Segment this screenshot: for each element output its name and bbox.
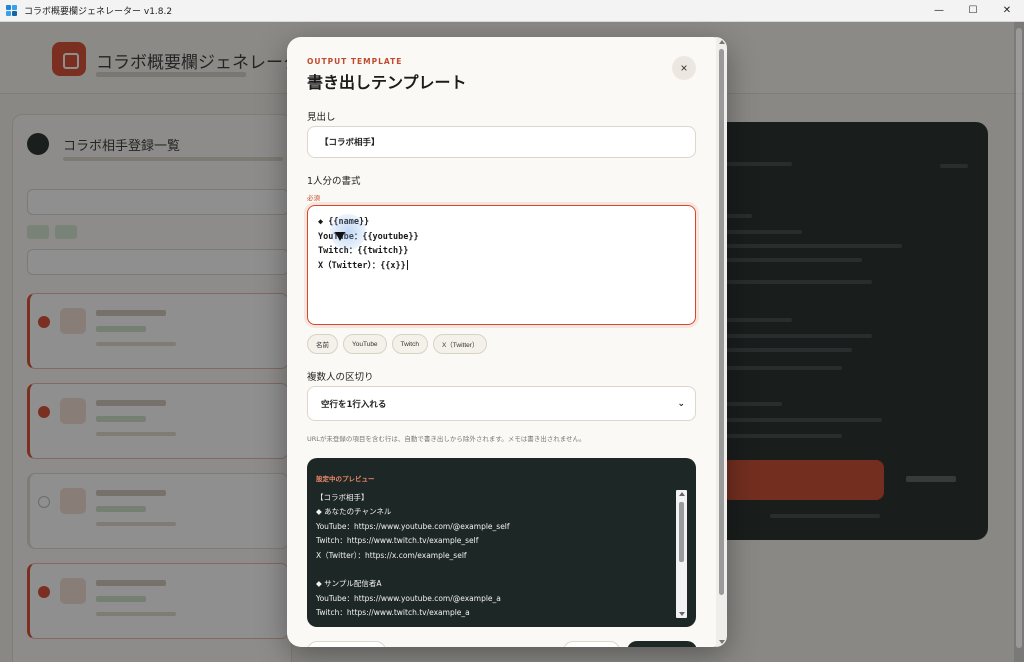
template-line: YouTube：{{youtube}} bbox=[318, 231, 419, 242]
preview-panel: 設定中のプレビュー 【コラボ相手】 ◆ あなたのチャンネル YouTube：ht… bbox=[307, 458, 696, 627]
chip-youtube[interactable]: YouTube bbox=[343, 334, 387, 354]
app-scrollbar[interactable] bbox=[1014, 22, 1024, 662]
dialog-eyebrow: OUTPUT TEMPLATE bbox=[307, 57, 403, 66]
dialog-title: 書き出しテンプレート bbox=[307, 73, 467, 92]
window-title: コラボ概要欄ジェネレーター v1.8.2 bbox=[24, 7, 173, 17]
template-line: ◆ {{name}} bbox=[318, 217, 370, 227]
dialog-scrollbar[interactable] bbox=[716, 37, 727, 647]
template-line: Twitch：{{twitch}} bbox=[318, 246, 409, 256]
preview-line bbox=[316, 563, 676, 577]
chip-x[interactable]: X（Twitter） bbox=[432, 334, 488, 354]
format-template-textarea[interactable]: ◆ {{name}} YouTube：{{youtube}} Twitch：{{… bbox=[307, 205, 696, 325]
mouse-cursor-icon bbox=[335, 232, 345, 241]
template-line-last: X（Twitter）：{{x}} bbox=[318, 259, 685, 274]
close-window-button[interactable]: ✕ bbox=[990, 0, 1024, 22]
reset-button[interactable] bbox=[307, 641, 386, 647]
preview-line: X（Twitter）：https://x.com/example_self bbox=[316, 550, 467, 560]
output-template-dialog: OUTPUT TEMPLATE 書き出しテンプレート × 見出し 【コラボ相手】… bbox=[287, 37, 727, 647]
app-icon bbox=[6, 4, 18, 17]
preview-text[interactable]: 【コラボ相手】 ◆ あなたのチャンネル YouTube：https://www.… bbox=[316, 491, 676, 621]
preview-line: YouTube：https://www.youtube.com/@example… bbox=[316, 593, 501, 603]
separator-select[interactable]: 空行を1行入れる ⌄ bbox=[307, 386, 696, 421]
preview-line: Twitch：https://www.twitch.tv/example_sel… bbox=[316, 536, 479, 546]
cancel-button[interactable] bbox=[563, 641, 620, 647]
preview-line: YouTube：https://www.youtube.com/@example… bbox=[316, 521, 510, 531]
window-controls: — ☐ ✕ bbox=[922, 0, 1024, 22]
save-button[interactable] bbox=[627, 641, 697, 647]
chevron-down-icon: ⌄ bbox=[677, 399, 685, 409]
title-bar: コラボ概要欄ジェネレーター v1.8.2 — ☐ ✕ bbox=[0, 0, 1024, 22]
separator-value: 空行を1行入れる bbox=[321, 399, 387, 410]
heading-input[interactable]: 【コラボ相手】 bbox=[307, 126, 696, 158]
placeholder-chips: 名前 YouTube Twitch X（Twitter） bbox=[307, 334, 488, 354]
preview-label: 設定中のプレビュー bbox=[316, 475, 375, 483]
text-caret bbox=[406, 260, 408, 270]
required-badge: 必須 bbox=[307, 194, 320, 202]
preview-line: ◆ あなたのチャンネル bbox=[316, 507, 392, 517]
template-line: X（Twitter）：{{x}} bbox=[318, 260, 406, 271]
preview-line: ◆ サンプル配信者A bbox=[316, 579, 382, 589]
close-icon[interactable]: × bbox=[672, 56, 696, 80]
chip-twitch[interactable]: Twitch bbox=[391, 334, 428, 354]
preview-line: Twitch：https://www.twitch.tv/example_a bbox=[316, 608, 470, 618]
heading-label: 見出し bbox=[307, 112, 336, 123]
format-label: 1人分の書式 bbox=[307, 176, 361, 187]
chip-name[interactable]: 名前 bbox=[307, 334, 338, 354]
exclusion-note: URLが未登録の項目を含む行は、自動で書き出しから除外されます。メモは書き出され… bbox=[307, 435, 586, 443]
minimize-button[interactable]: — bbox=[922, 0, 956, 22]
preview-scrollbar[interactable] bbox=[676, 490, 687, 618]
preview-line: 【コラボ相手】 bbox=[316, 493, 369, 502]
separator-label: 複数人の区切り bbox=[307, 372, 374, 383]
maximize-button[interactable]: ☐ bbox=[956, 0, 990, 22]
